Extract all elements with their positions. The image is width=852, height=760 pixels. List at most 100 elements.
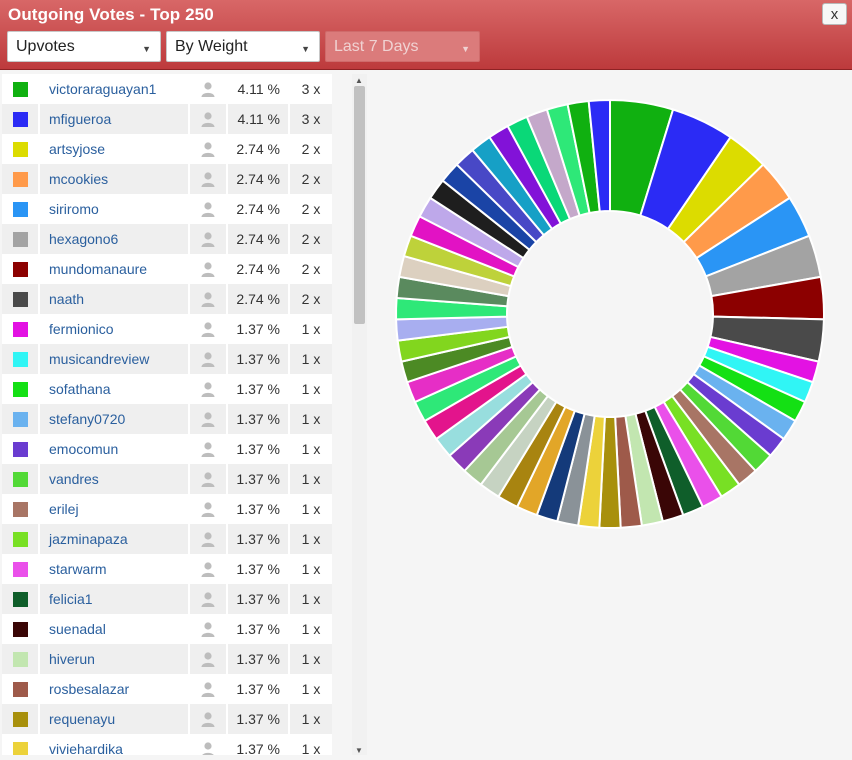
vote-count: 2 x	[290, 164, 332, 194]
swatch-cell	[2, 554, 40, 584]
scroll-down-icon[interactable]: ▼	[355, 746, 363, 755]
voter-row[interactable]: hiverun 1.37 % 1 x	[2, 644, 332, 674]
scrollbar-thumb[interactable]	[354, 86, 365, 324]
voter-name-link[interactable]: rosbesalazar	[40, 674, 190, 704]
vote-count: 1 x	[290, 374, 332, 404]
voter-name-link[interactable]: sofathana	[40, 374, 190, 404]
voter-row[interactable]: sofathana 1.37 % 1 x	[2, 374, 332, 404]
voter-name-link[interactable]: vandres	[40, 464, 190, 494]
user-icon[interactable]	[190, 644, 228, 674]
user-icon[interactable]	[190, 374, 228, 404]
voter-row[interactable]: emocomun 1.37 % 1 x	[2, 434, 332, 464]
color-swatch	[12, 291, 28, 307]
vote-percent: 4.11 %	[228, 104, 290, 134]
vote-percent: 2.74 %	[228, 194, 290, 224]
voter-row[interactable]: victoraraguayan1 4.11 % 3 x	[2, 74, 332, 104]
user-icon[interactable]	[190, 584, 228, 614]
voter-name-link[interactable]: suenadal	[40, 614, 190, 644]
user-icon[interactable]	[190, 344, 228, 374]
voter-name-link[interactable]: naath	[40, 284, 190, 314]
voter-name-link[interactable]: starwarm	[40, 554, 190, 584]
vote-count: 2 x	[290, 284, 332, 314]
voter-row[interactable]: starwarm 1.37 % 1 x	[2, 554, 332, 584]
user-icon[interactable]	[190, 524, 228, 554]
voter-name-link[interactable]: siriromo	[40, 194, 190, 224]
user-icon[interactable]	[190, 254, 228, 284]
voter-name-link[interactable]: felicia1	[40, 584, 190, 614]
user-icon[interactable]	[190, 704, 228, 734]
user-icon[interactable]	[190, 554, 228, 584]
date-range-value: Last 7 Days	[334, 38, 419, 55]
user-icon[interactable]	[190, 404, 228, 434]
user-icon[interactable]	[190, 674, 228, 704]
color-swatch	[12, 81, 28, 97]
voter-row[interactable]: siriromo 2.74 % 2 x	[2, 194, 332, 224]
swatch-cell	[2, 584, 40, 614]
voter-row[interactable]: suenadal 1.37 % 1 x	[2, 614, 332, 644]
voter-name-link[interactable]: artsyjose	[40, 134, 190, 164]
voter-name-link[interactable]: mcookies	[40, 164, 190, 194]
user-icon[interactable]	[190, 614, 228, 644]
voter-row[interactable]: jazminapaza 1.37 % 1 x	[2, 524, 332, 554]
voter-name-link[interactable]: emocomun	[40, 434, 190, 464]
sort-select[interactable]: By Weight ▼	[166, 31, 320, 62]
voter-row[interactable]: naath 2.74 % 2 x	[2, 284, 332, 314]
voter-name-link[interactable]: requenayu	[40, 704, 190, 734]
voter-name-link[interactable]: hiverun	[40, 644, 190, 674]
voter-name-link[interactable]: mundomanaure	[40, 254, 190, 284]
user-icon[interactable]	[190, 134, 228, 164]
color-swatch	[12, 441, 28, 457]
voter-list: victoraraguayan1 4.11 % 3 x mfigueroa 4.11 %…	[2, 74, 332, 755]
vote-count: 1 x	[290, 524, 332, 554]
vote-count: 1 x	[290, 644, 332, 674]
color-swatch	[12, 501, 28, 517]
voter-row[interactable]: mundomanaure 2.74 % 2 x	[2, 254, 332, 284]
user-icon[interactable]	[190, 314, 228, 344]
user-icon[interactable]	[190, 74, 228, 104]
voter-row[interactable]: rosbesalazar 1.37 % 1 x	[2, 674, 332, 704]
voter-row[interactable]: mcookies 2.74 % 2 x	[2, 164, 332, 194]
voter-row[interactable]: vandres 1.37 % 1 x	[2, 464, 332, 494]
voter-row[interactable]: mfigueroa 4.11 % 3 x	[2, 104, 332, 134]
user-icon[interactable]	[190, 494, 228, 524]
user-icon[interactable]	[190, 464, 228, 494]
user-icon[interactable]	[190, 434, 228, 464]
list-scrollbar[interactable]: ▲ ▼	[352, 74, 367, 755]
color-swatch	[12, 531, 28, 547]
vote-percent: 1.37 %	[228, 314, 290, 344]
close-button[interactable]: x	[822, 3, 847, 25]
voter-name-link[interactable]: mfigueroa	[40, 104, 190, 134]
vote-type-select[interactable]: Upvotes ▼	[7, 31, 161, 62]
voter-row[interactable]: felicia1 1.37 % 1 x	[2, 584, 332, 614]
swatch-cell	[2, 134, 40, 164]
user-icon[interactable]	[190, 164, 228, 194]
voter-row[interactable]: musicandreview 1.37 % 1 x	[2, 344, 332, 374]
user-icon[interactable]	[190, 224, 228, 254]
scroll-up-icon[interactable]: ▲	[355, 76, 363, 85]
voter-row[interactable]: stefany0720 1.37 % 1 x	[2, 404, 332, 434]
voter-name-link[interactable]: erilej	[40, 494, 190, 524]
user-icon[interactable]	[190, 284, 228, 314]
window-title: Outgoing Votes - Top 250	[8, 5, 214, 24]
voter-row[interactable]: fermionico 1.37 % 1 x	[2, 314, 332, 344]
vote-percent: 2.74 %	[228, 134, 290, 164]
voter-name-link[interactable]: hexagono6	[40, 224, 190, 254]
voter-row[interactable]: requenayu 1.37 % 1 x	[2, 704, 332, 734]
voter-row[interactable]: artsyjose 2.74 % 2 x	[2, 134, 332, 164]
voter-name-link[interactable]: stefany0720	[40, 404, 190, 434]
color-swatch	[12, 711, 28, 727]
swatch-cell	[2, 734, 40, 755]
voter-row[interactable]: viviehardika 1.37 % 1 x	[2, 734, 332, 755]
voter-name-link[interactable]: fermionico	[40, 314, 190, 344]
user-icon[interactable]	[190, 104, 228, 134]
voter-name-link[interactable]: victoraraguayan1	[40, 74, 190, 104]
vote-percent: 1.37 %	[228, 344, 290, 374]
voter-name-link[interactable]: musicandreview	[40, 344, 190, 374]
voter-name-link[interactable]: viviehardika	[40, 734, 190, 755]
color-swatch	[12, 561, 28, 577]
user-icon[interactable]	[190, 194, 228, 224]
voter-row[interactable]: erilej 1.37 % 1 x	[2, 494, 332, 524]
user-icon[interactable]	[190, 734, 228, 755]
voter-row[interactable]: hexagono6 2.74 % 2 x	[2, 224, 332, 254]
voter-name-link[interactable]: jazminapaza	[40, 524, 190, 554]
